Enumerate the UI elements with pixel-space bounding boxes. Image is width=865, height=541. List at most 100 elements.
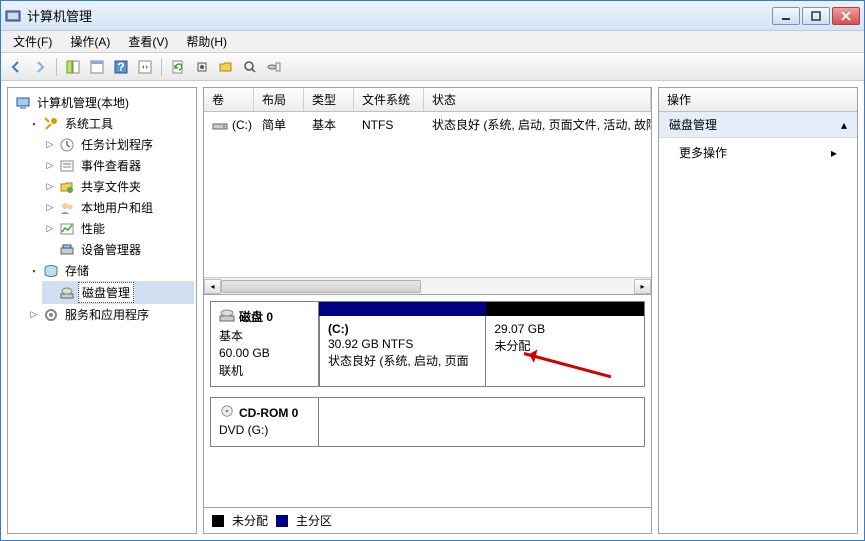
scroll-left-button[interactable]: ◂ — [204, 279, 221, 294]
volume-row[interactable]: (C:) 简单 基本 NTFS 状态良好 (系统, 启动, 页面文件, 活动, … — [204, 112, 651, 137]
partition-c[interactable]: (C:) 30.92 GB NTFS 状态良好 (系统, 启动, 页面 — [319, 316, 486, 387]
expand-icon[interactable]: ▷ — [44, 202, 56, 214]
col-status[interactable]: 状态 — [424, 88, 651, 111]
scroll-track[interactable] — [221, 279, 634, 294]
menu-help[interactable]: 帮助(H) — [178, 31, 235, 52]
volume-fs: NTFS — [354, 114, 424, 135]
expand-icon[interactable]: ▷ — [44, 160, 56, 172]
cdrom-title: CD-ROM 0 — [239, 406, 298, 420]
titlebar[interactable]: 计算机管理 — [1, 1, 864, 31]
col-type[interactable]: 类型 — [304, 88, 354, 111]
tree-sharedfolders[interactable]: ▷ 共享文件夹 — [42, 176, 194, 197]
partition-c-name: (C:) — [328, 322, 477, 336]
collapse-icon[interactable]: ▴ — [841, 118, 847, 132]
back-button[interactable] — [5, 56, 27, 78]
collapse-icon[interactable]: ▪ — [28, 265, 40, 277]
cdrom-info[interactable]: CD-ROM 0 DVD (G:) — [211, 398, 319, 446]
close-button[interactable] — [832, 7, 860, 25]
tree-devmgr-label: 设备管理器 — [78, 240, 144, 259]
expand-icon[interactable]: ▷ — [44, 139, 56, 151]
disk-0-row[interactable]: 磁盘 0 基本 60.00 GB 联机 (C:) — [210, 301, 645, 387]
toolbar-separator — [56, 58, 57, 76]
tree-scheduler[interactable]: ▷ 任务计划程序 — [42, 134, 194, 155]
tree-panel[interactable]: 计算机管理(本地) ▪ 系统工具 ▷ 任务计划程序 ▷ — [7, 87, 197, 534]
menu-view[interactable]: 查看(V) — [120, 31, 176, 52]
tree-diskmgmt-label: 磁盘管理 — [78, 282, 134, 303]
disk-graphical-panel[interactable]: 磁盘 0 基本 60.00 GB 联机 (C:) — [204, 294, 651, 507]
open-button[interactable] — [215, 56, 237, 78]
tree-performance[interactable]: ▷ 性能 — [42, 218, 194, 239]
svg-text:?: ? — [117, 60, 124, 74]
disk-list-button[interactable] — [263, 56, 285, 78]
menu-file[interactable]: 文件(F) — [5, 31, 60, 52]
annotation-arrow — [524, 352, 612, 378]
partition-c-size: 30.92 GB NTFS — [328, 337, 477, 351]
expand-icon[interactable]: ▷ — [28, 309, 40, 321]
volume-status: 状态良好 (系统, 启动, 页面文件, 活动, 故障转储, 主分区) — [424, 114, 651, 135]
refresh-view-button[interactable] — [134, 56, 156, 78]
toolbar-separator — [161, 58, 162, 76]
expand-icon[interactable]: ▷ — [44, 223, 56, 235]
disk-0-info[interactable]: 磁盘 0 基本 60.00 GB 联机 — [211, 302, 319, 386]
help-button[interactable]: ? — [110, 56, 132, 78]
disk-0-title: 磁盘 0 — [239, 308, 273, 325]
maximize-button[interactable] — [802, 7, 830, 25]
action-more[interactable]: 更多操作 ▸ — [659, 138, 857, 167]
clock-icon — [59, 137, 75, 153]
tree-performance-label: 性能 — [78, 219, 108, 238]
col-layout[interactable]: 布局 — [254, 88, 304, 111]
volume-type: 基本 — [304, 114, 354, 135]
tree-eventviewer[interactable]: ▷ 事件查看器 — [42, 155, 194, 176]
legend-primary-label: 主分区 — [296, 512, 332, 529]
tree-scheduler-label: 任务计划程序 — [78, 135, 156, 154]
scroll-right-button[interactable]: ▸ — [634, 279, 651, 294]
legend: 未分配 主分区 — [204, 507, 651, 533]
volume-list[interactable]: (C:) 简单 基本 NTFS 状态良好 (系统, 启动, 页面文件, 活动, … — [204, 112, 651, 277]
actions-body: 磁盘管理 ▴ 更多操作 ▸ — [659, 112, 857, 533]
col-volume[interactable]: 卷 — [204, 88, 254, 111]
unallocated-size: 29.07 GB — [494, 322, 636, 336]
refresh-button[interactable] — [167, 56, 189, 78]
forward-button[interactable] — [29, 56, 51, 78]
tree-services-label: 服务和应用程序 — [62, 305, 152, 324]
tree-systools[interactable]: ▪ 系统工具 — [26, 113, 194, 134]
horizontal-scrollbar[interactable]: ◂ ▸ — [204, 277, 651, 294]
actions-header: 操作 — [659, 88, 857, 112]
event-icon — [59, 158, 75, 174]
volume-list-header: 卷 布局 类型 文件系统 状态 — [204, 88, 651, 112]
properties-button[interactable] — [86, 56, 108, 78]
minimize-button[interactable] — [772, 7, 800, 25]
disk-icon — [59, 285, 75, 301]
expand-icon[interactable]: ▷ — [44, 181, 56, 193]
tree-services[interactable]: ▷ 服务和应用程序 — [26, 304, 194, 325]
spacer — [44, 287, 56, 299]
show-hide-tree-button[interactable] — [62, 56, 84, 78]
window: 计算机管理 文件(F) 操作(A) 查看(V) 帮助(H) ? — [0, 0, 865, 541]
action-group-label: 磁盘管理 — [669, 116, 717, 133]
window-controls — [772, 7, 860, 25]
legend-primary-swatch — [276, 515, 288, 527]
scroll-thumb[interactable] — [221, 280, 421, 293]
unallocated-label: 未分配 — [494, 337, 636, 354]
center-panel: 卷 布局 类型 文件系统 状态 (C:) 简单 基本 NTFS 状态良好 (系统… — [203, 87, 652, 534]
settings-button[interactable] — [191, 56, 213, 78]
toolbar: ? — [1, 53, 864, 81]
tree-localusers[interactable]: ▷ 本地用户和组 — [42, 197, 194, 218]
zoom-button[interactable] — [239, 56, 261, 78]
col-fs[interactable]: 文件系统 — [354, 88, 424, 111]
tree-root[interactable]: 计算机管理(本地) — [10, 92, 194, 113]
disk-0-partitions: (C:) 30.92 GB NTFS 状态良好 (系统, 启动, 页面 29.0… — [319, 302, 644, 386]
cdrom-row[interactable]: CD-ROM 0 DVD (G:) — [210, 397, 645, 447]
tree-diskmgmt[interactable]: 磁盘管理 — [42, 281, 194, 304]
app-icon — [5, 8, 21, 24]
menu-action[interactable]: 操作(A) — [62, 31, 118, 52]
action-group-diskmgmt[interactable]: 磁盘管理 ▴ — [659, 112, 857, 138]
action-more-label: 更多操作 — [679, 144, 727, 161]
users-icon — [59, 200, 75, 216]
tree-devmgr[interactable]: 设备管理器 — [42, 239, 194, 260]
tree-systools-label: 系统工具 — [62, 114, 116, 133]
tree-storage[interactable]: ▪ 存储 — [26, 260, 194, 281]
collapse-icon[interactable]: ▪ — [28, 118, 40, 130]
cdrom-line2: DVD (G:) — [219, 423, 310, 437]
partition-unallocated[interactable]: 29.07 GB 未分配 — [485, 316, 645, 387]
